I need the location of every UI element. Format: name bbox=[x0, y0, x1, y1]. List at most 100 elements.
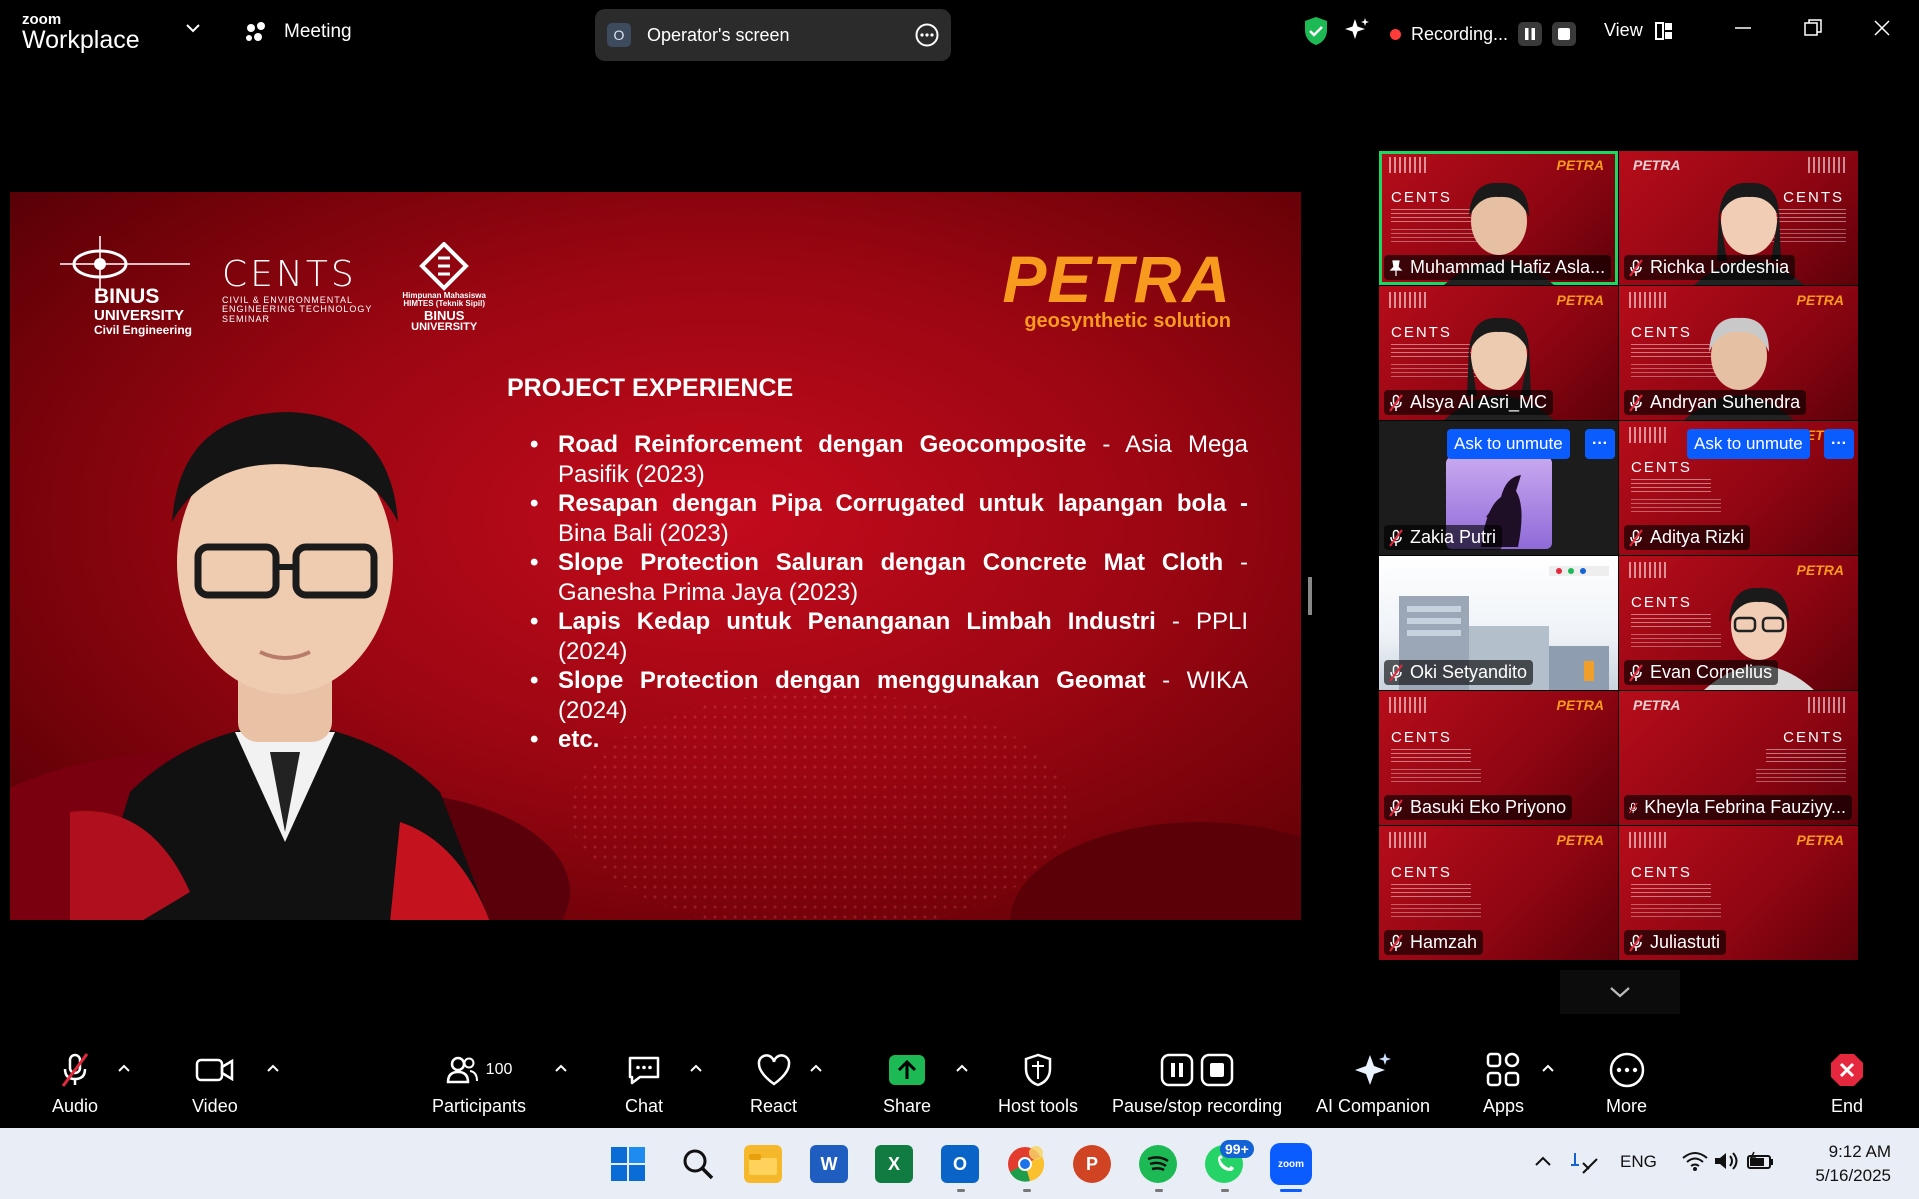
chat-label: Chat bbox=[625, 1096, 664, 1116]
ask-to-unmute-button[interactable]: Ask to unmute bbox=[1447, 429, 1570, 459]
pinned-mic-icon bbox=[1389, 259, 1403, 276]
participant-tile[interactable]: PETRA CENTS Hamzah bbox=[1379, 826, 1618, 960]
meeting-menu[interactable]: Meeting bbox=[244, 20, 352, 44]
participant-tile[interactable]: PETRA CENTS Evan Cornelius bbox=[1619, 556, 1858, 690]
close-window-button[interactable] bbox=[1872, 18, 1892, 38]
volume-icon[interactable] bbox=[1713, 1150, 1739, 1177]
chat-options-caret-icon[interactable] bbox=[689, 1060, 703, 1078]
outlook-indicator bbox=[957, 1189, 965, 1192]
sponsor-logos: BINUS UNIVERSITY Civil Engineering CENTS… bbox=[60, 236, 486, 336]
muted-mic-icon bbox=[1389, 798, 1403, 817]
chat-button[interactable]: Chat bbox=[625, 1050, 663, 1117]
participant-name: Muhammad Hafiz Asla... bbox=[1410, 257, 1606, 277]
zoom-app-icon[interactable]: zoom bbox=[1270, 1143, 1312, 1185]
participant-more-button[interactable]: ··· bbox=[1824, 429, 1854, 459]
battery-icon[interactable] bbox=[1746, 1150, 1774, 1177]
civil-eng-text: Civil Engineering bbox=[94, 322, 193, 337]
participant-name: Hamzah bbox=[1410, 932, 1478, 952]
language-indicator[interactable]: ENG bbox=[1620, 1152, 1657, 1172]
participant-tile[interactable]: Zakia Putri Ask to unmute ··· bbox=[1379, 421, 1618, 555]
share-options-caret-icon[interactable] bbox=[955, 1060, 969, 1078]
stop-recording-button[interactable] bbox=[1552, 22, 1577, 46]
video-button[interactable]: Video bbox=[192, 1050, 238, 1117]
ai-companion-label: AI Companion bbox=[1316, 1096, 1431, 1116]
location-mic-icon[interactable] bbox=[1569, 1149, 1601, 1182]
participant-tile[interactable]: PETRA CENTS Aditya Rizki Ask to unmute ··· bbox=[1619, 421, 1858, 555]
restore-window-button[interactable] bbox=[1803, 18, 1823, 38]
participant-tile[interactable]: PETRA CENTS Richka Lordeshia bbox=[1619, 151, 1858, 285]
muted-mic-icon bbox=[1389, 393, 1403, 412]
participant-tile[interactable]: PETRA CENTS Muhammad Hafiz Asla... bbox=[1379, 151, 1618, 285]
zoom-workplace-logo[interactable]: zoom Workplace bbox=[22, 12, 140, 53]
panel-resize-handle[interactable] bbox=[1308, 577, 1312, 615]
end-meeting-button[interactable]: End bbox=[1829, 1050, 1865, 1117]
host-tools-button[interactable]: Host tools bbox=[998, 1050, 1078, 1117]
project-item: Lapis Kedap untuk Penanganan Limbah Indu… bbox=[530, 607, 1248, 666]
chevron-down-icon[interactable] bbox=[185, 22, 201, 34]
participant-tile[interactable]: PETRA CENTS Juliastuti bbox=[1619, 826, 1858, 960]
outlook-icon[interactable]: O bbox=[941, 1145, 979, 1183]
host-tools-label: Host tools bbox=[998, 1096, 1079, 1116]
share-button[interactable]: Share bbox=[883, 1050, 931, 1117]
ai-sparkle-icon[interactable] bbox=[1343, 16, 1371, 44]
outlook-letter: O bbox=[952, 1153, 967, 1174]
more-options-icon[interactable] bbox=[915, 23, 939, 52]
tile-petra-text: PETRA bbox=[1796, 832, 1844, 848]
security-shield-icon[interactable] bbox=[1303, 16, 1329, 46]
audio-button[interactable]: Audio bbox=[52, 1050, 98, 1117]
video-options-caret-icon[interactable] bbox=[266, 1060, 280, 1078]
spotify-icon[interactable] bbox=[1139, 1145, 1177, 1183]
apps-options-caret-icon[interactable] bbox=[1541, 1060, 1555, 1078]
audio-options-caret-icon[interactable] bbox=[117, 1060, 131, 1078]
participant-gallery[interactable]: PETRA CENTS Muhammad Hafiz Asla... PETRA CEN… bbox=[1379, 151, 1859, 961]
search-icon[interactable] bbox=[679, 1145, 717, 1183]
react-options-caret-icon[interactable] bbox=[809, 1060, 823, 1078]
project-item: Slope Protection Saluran dengan Concrete… bbox=[530, 548, 1248, 607]
participant-tile[interactable]: PETRA CENTS Alsya Al Asri_MC bbox=[1379, 286, 1618, 420]
participants-options-caret-icon[interactable] bbox=[554, 1060, 568, 1078]
tile-subtitle bbox=[1391, 904, 1481, 920]
tile-logo bbox=[1629, 427, 1669, 443]
ask-to-unmute-button[interactable]: Ask to unmute bbox=[1687, 429, 1810, 459]
gallery-scroll-down-button[interactable] bbox=[1560, 970, 1680, 1014]
excel-icon[interactable]: X bbox=[875, 1145, 913, 1183]
meeting-label: Meeting bbox=[284, 21, 352, 42]
windows-start-icon[interactable] bbox=[609, 1145, 647, 1183]
wifi-icon[interactable] bbox=[1682, 1150, 1708, 1177]
petra-subtitle: geosynthetic solution bbox=[1024, 310, 1231, 332]
tile-cents-text: CENTS bbox=[1391, 729, 1452, 746]
react-button[interactable]: React bbox=[750, 1050, 797, 1117]
pause-recording-button[interactable] bbox=[1518, 22, 1543, 46]
participants-button[interactable]: 100 Participants bbox=[432, 1050, 526, 1117]
tile-subtitle bbox=[1391, 884, 1471, 900]
tile-logo bbox=[1629, 832, 1669, 848]
participant-tile[interactable]: PETRA CENTS Kheyla Febrina Fauziyy... bbox=[1619, 691, 1858, 825]
minimize-window-button[interactable] bbox=[1733, 18, 1753, 38]
show-hidden-icons-chevron-icon[interactable] bbox=[1534, 1154, 1552, 1172]
file-explorer-icon[interactable] bbox=[744, 1145, 782, 1183]
more-button[interactable]: More bbox=[1606, 1050, 1647, 1117]
apps-button[interactable]: Apps bbox=[1483, 1050, 1524, 1117]
ai-companion-button[interactable]: AI Companion bbox=[1316, 1050, 1430, 1117]
word-icon[interactable]: W bbox=[810, 1145, 848, 1183]
project-item: etc. bbox=[530, 725, 1248, 755]
meeting-controls: Audio Video 100 Participants Chat React … bbox=[0, 1042, 1919, 1128]
participant-name-tag: Andryan Suhendra bbox=[1624, 390, 1807, 415]
section-title: PROJECT EXPERIENCE bbox=[507, 374, 794, 402]
chrome-indicator bbox=[1023, 1189, 1031, 1192]
operator-screen-pill[interactable]: O Operator's screen bbox=[595, 9, 951, 61]
share-screen-icon bbox=[888, 1050, 926, 1090]
participant-more-button[interactable]: ··· bbox=[1585, 429, 1615, 459]
petra-title: PETRA bbox=[1002, 242, 1231, 316]
powerpoint-icon[interactable]: P bbox=[1073, 1145, 1111, 1183]
pause-stop-recording-button[interactable]: Pause/stop recording bbox=[1112, 1050, 1282, 1117]
participant-tile[interactable]: Oki Setyandito bbox=[1379, 556, 1618, 690]
participant-tile[interactable]: PETRA CENTS Basuki Eko Priyono bbox=[1379, 691, 1618, 825]
chrome-icon[interactable] bbox=[1006, 1145, 1044, 1183]
clock[interactable]: 9:12 AM 5/16/2025 bbox=[1815, 1140, 1891, 1188]
tile-subtitle bbox=[1391, 769, 1481, 785]
participant-name: Juliastuti bbox=[1650, 932, 1721, 952]
view-button[interactable]: View bbox=[1604, 20, 1673, 41]
spotify-indicator bbox=[1155, 1189, 1163, 1192]
participant-tile[interactable]: PETRA CENTS Andryan Suhendra bbox=[1619, 286, 1858, 420]
